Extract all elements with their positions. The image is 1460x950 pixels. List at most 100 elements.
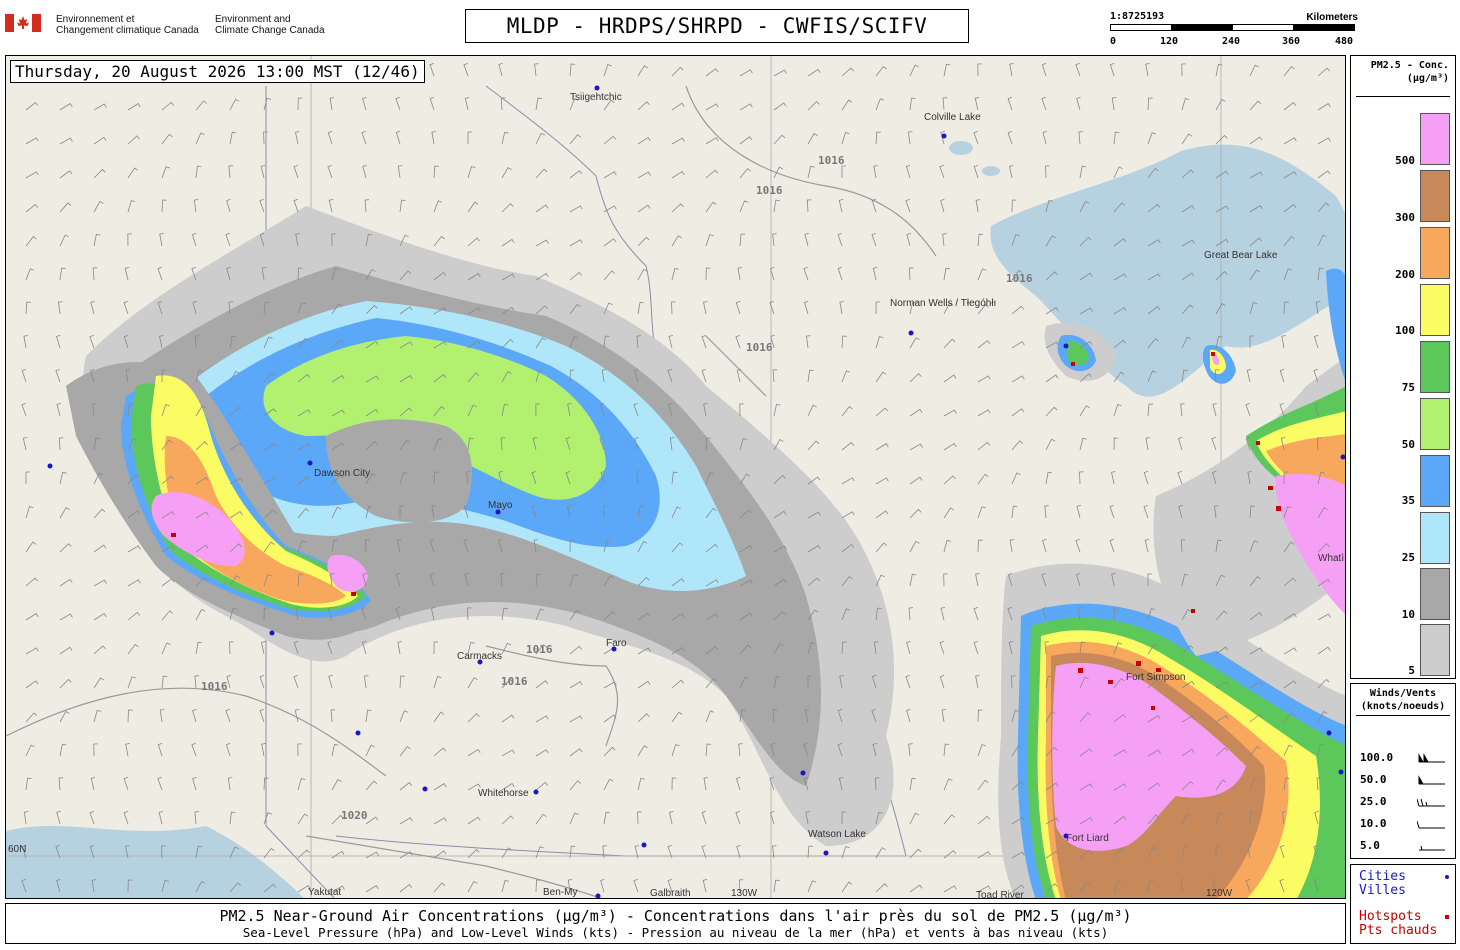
wind-barb bbox=[1180, 403, 1185, 417]
wind-barb bbox=[365, 851, 379, 859]
wind-barb bbox=[364, 675, 369, 689]
scale-segment bbox=[1110, 24, 1172, 31]
isobar-label: 1016 bbox=[501, 675, 528, 688]
legend-swatch bbox=[1420, 624, 1450, 676]
longitude-label: 130W bbox=[731, 888, 758, 899]
wind-barb bbox=[1215, 134, 1228, 145]
wind-barb bbox=[803, 266, 809, 281]
wind-barb bbox=[1011, 505, 1018, 519]
wind-barb bbox=[1042, 539, 1047, 553]
wind-barb bbox=[123, 776, 129, 791]
wind-barb bbox=[905, 198, 911, 213]
wind-barb bbox=[909, 508, 922, 519]
wind-barb bbox=[399, 710, 409, 723]
wind-barb bbox=[433, 882, 446, 893]
wind-barb bbox=[975, 675, 980, 689]
wind-barb bbox=[59, 267, 66, 281]
wind-barb bbox=[261, 743, 266, 757]
wind-barb bbox=[21, 368, 27, 383]
wind-barb bbox=[943, 507, 955, 519]
wind-barb bbox=[940, 606, 946, 621]
wind-barb bbox=[25, 236, 37, 247]
legend-divider bbox=[1356, 96, 1450, 97]
wind-barb bbox=[671, 66, 684, 77]
wind-barb bbox=[1011, 305, 1025, 315]
wind-barb bbox=[909, 573, 917, 587]
wind-barb bbox=[23, 335, 28, 349]
wind-barb bbox=[93, 743, 98, 757]
wind-barb bbox=[365, 744, 375, 757]
legend-level-label: 200 bbox=[1395, 268, 1415, 281]
wind-barb bbox=[909, 777, 916, 791]
place-label: Carmacks bbox=[457, 651, 502, 662]
city-marker bbox=[355, 730, 361, 736]
wind-barb bbox=[1007, 131, 1013, 145]
wind-barb bbox=[501, 203, 514, 213]
wind-barb bbox=[1215, 63, 1223, 77]
wind-barb bbox=[93, 103, 107, 111]
wind-barb bbox=[328, 199, 334, 213]
legend-level-label: 300 bbox=[1395, 211, 1415, 224]
wind-barb bbox=[1111, 97, 1117, 111]
wind-barb bbox=[603, 135, 617, 145]
wind-barb bbox=[93, 200, 104, 213]
hotspot-marker bbox=[171, 533, 176, 537]
wind-barb bbox=[977, 815, 991, 825]
wind-speed-label: 50.0 bbox=[1360, 773, 1387, 786]
wind-barb bbox=[1113, 166, 1123, 179]
wind-barb bbox=[295, 131, 300, 145]
wind-barb bbox=[25, 268, 35, 281]
place-label: Colville Lake bbox=[924, 112, 981, 123]
scale-bar: 1:8725193 Kilometers 0 120 240 360 480 bbox=[1110, 10, 1358, 50]
wind-barb bbox=[569, 239, 583, 247]
wind-barb bbox=[467, 165, 476, 179]
isobar-label: 1016 bbox=[818, 154, 845, 167]
wind-barb bbox=[1009, 539, 1015, 553]
wind-barb bbox=[977, 744, 986, 757]
wind-barb bbox=[940, 199, 945, 213]
wind-barb bbox=[93, 136, 107, 145]
wind-barb bbox=[501, 131, 509, 145]
wind-barb bbox=[875, 510, 889, 519]
map-view[interactable]: 1016 1016 1016 1016 1016 1016 1016 1020 bbox=[5, 55, 1346, 899]
wind-barb bbox=[467, 201, 479, 213]
wind-barb bbox=[973, 641, 979, 655]
wind-barb bbox=[1041, 63, 1047, 77]
wind-barb bbox=[875, 883, 888, 893]
wind-barb bbox=[1011, 408, 1025, 417]
wind-barb bbox=[25, 744, 35, 757]
wind-barb bbox=[263, 97, 271, 111]
wind-barb bbox=[943, 539, 952, 553]
wind-barb bbox=[127, 135, 140, 145]
city-marker bbox=[269, 630, 275, 636]
wind-barb bbox=[89, 811, 95, 825]
isobar-label: 1016 bbox=[756, 184, 783, 197]
city-marker bbox=[641, 842, 647, 848]
wind-barb bbox=[294, 709, 300, 723]
map-caption: PM2.5 Near-Ground Air Concentrations (µg… bbox=[5, 903, 1346, 944]
wind-barb bbox=[841, 370, 851, 383]
wind-barb bbox=[569, 205, 583, 213]
wind-barb bbox=[125, 743, 130, 757]
wind-barb bbox=[942, 97, 948, 111]
wind-barb bbox=[191, 233, 197, 247]
wind-barb bbox=[123, 301, 129, 315]
wind-barb bbox=[738, 743, 743, 757]
wind-barb bbox=[1009, 63, 1014, 77]
wind-barb bbox=[123, 811, 129, 825]
wind-barb bbox=[977, 709, 983, 723]
wind-barb bbox=[127, 233, 132, 247]
wind-barb bbox=[92, 267, 98, 281]
wind-barb bbox=[569, 134, 581, 145]
wind-legend-divider bbox=[1356, 715, 1450, 716]
scale-segment bbox=[1293, 24, 1355, 31]
place-label: Watson Lake bbox=[808, 829, 866, 840]
place-label: Ben-My bbox=[543, 887, 577, 898]
wind-barb bbox=[228, 165, 233, 179]
wind-barb bbox=[1045, 374, 1059, 383]
wind-barb bbox=[1045, 438, 1056, 451]
wind-barb bbox=[909, 540, 920, 553]
wind-barb bbox=[59, 578, 73, 587]
wind-barb bbox=[906, 641, 911, 655]
wind-legend-unit: (knots/noeuds) bbox=[1360, 701, 1446, 712]
